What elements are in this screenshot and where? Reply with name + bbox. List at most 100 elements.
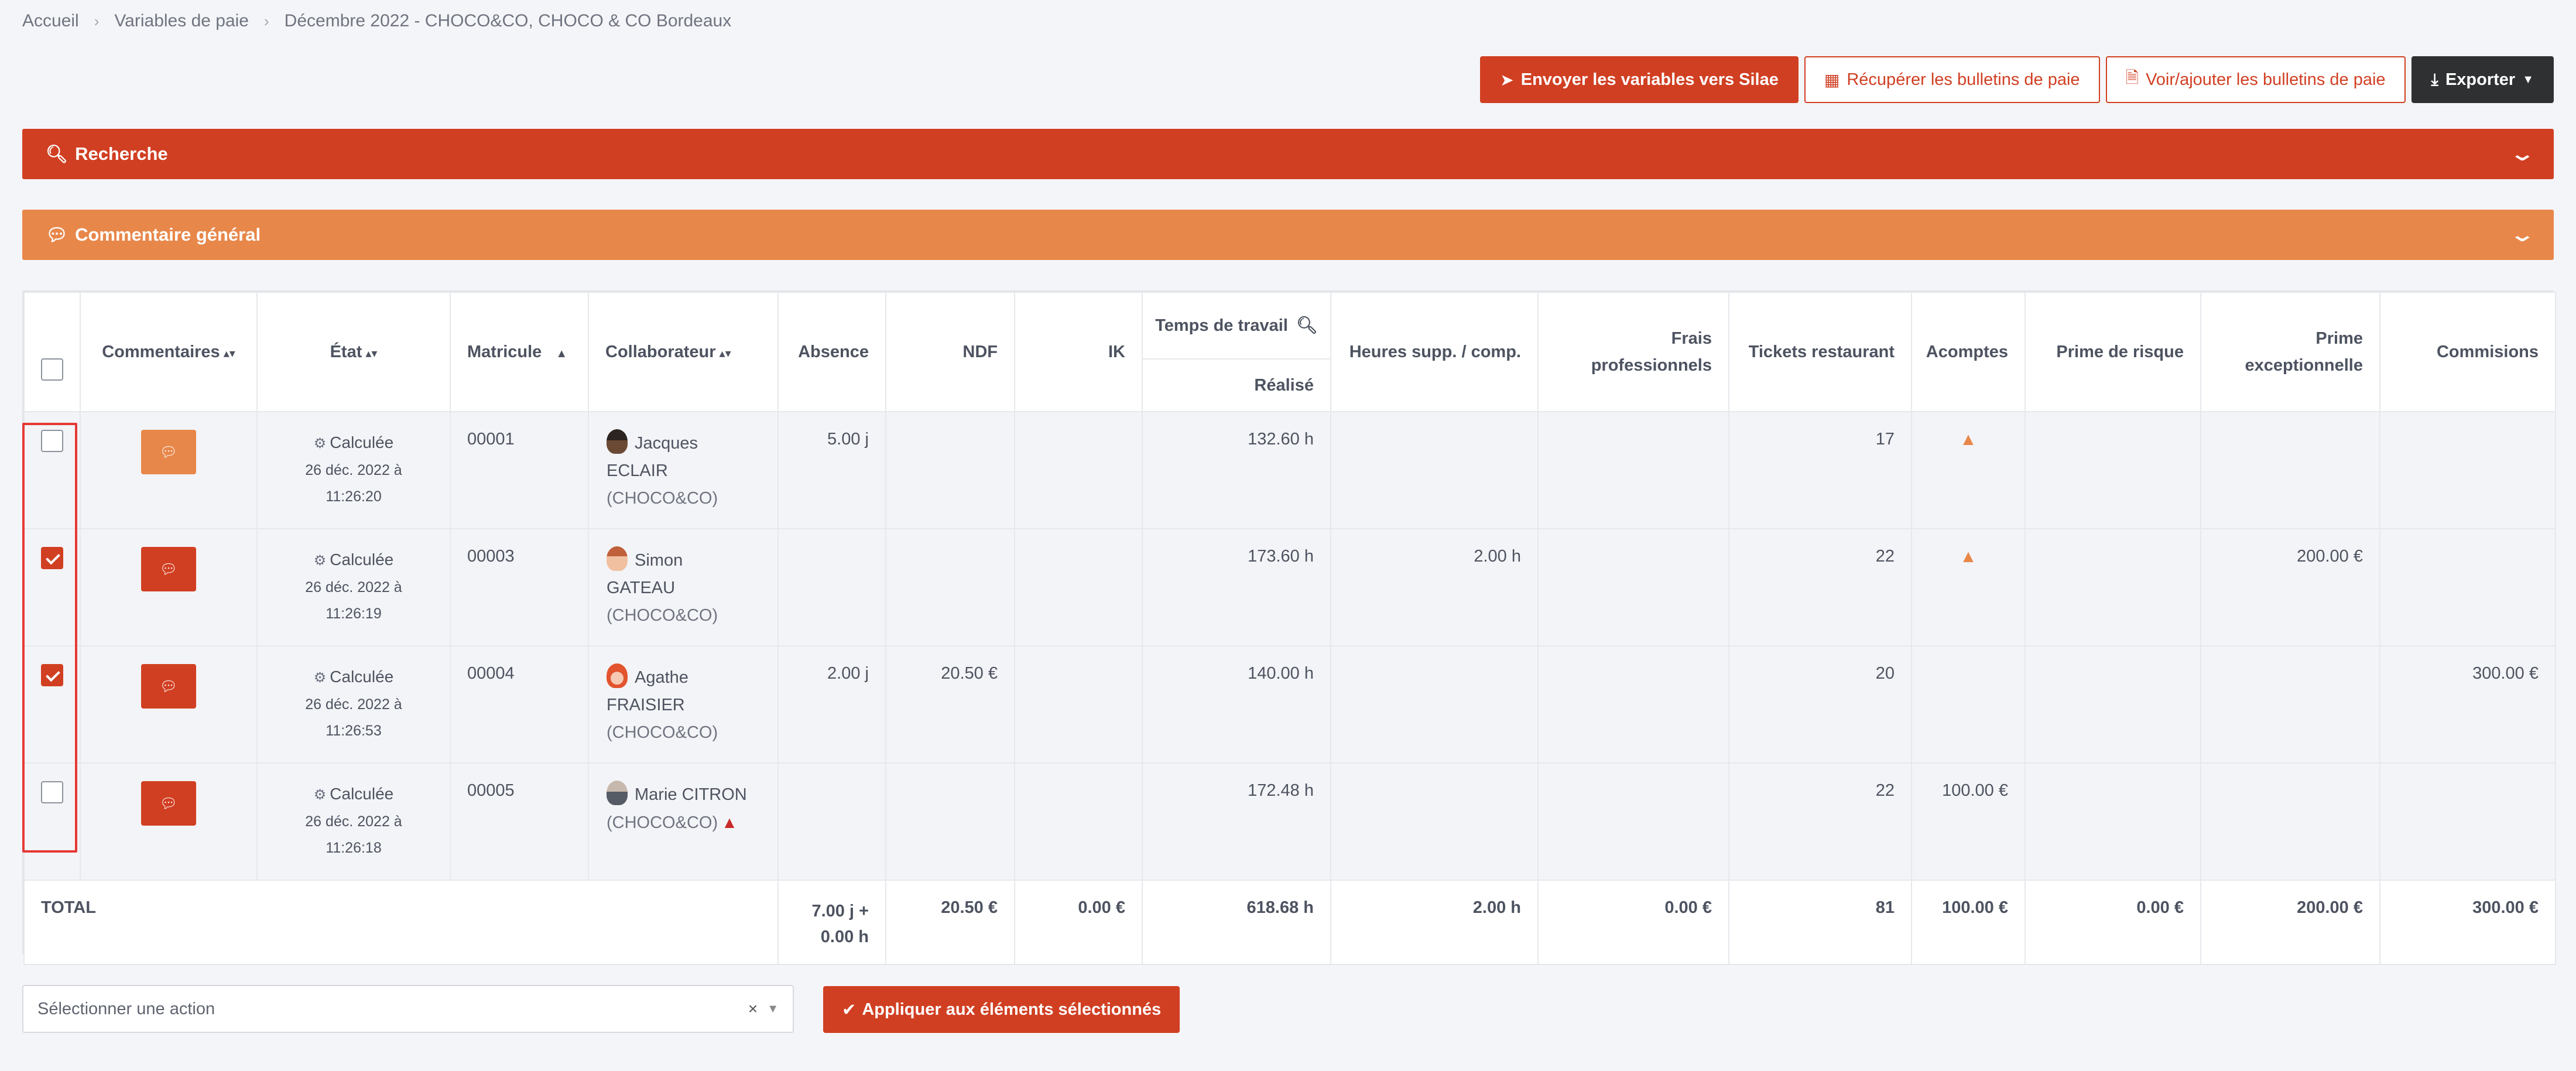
fees-cell <box>1537 762 1729 881</box>
gears-icon: ⚙ <box>313 670 327 686</box>
comment-icon: 💬︎ <box>159 444 178 460</box>
comment-button[interactable]: 💬︎ <box>141 547 196 591</box>
comment-button[interactable]: 💬︎ <box>141 781 196 826</box>
chevron-down-icon: ⌄ <box>2508 224 2536 246</box>
col-ik-label: IK <box>1108 342 1125 361</box>
col-comments[interactable]: Commentaires ▴▾ <box>80 292 258 412</box>
overtime-cell <box>1330 645 1539 764</box>
apply-to-selected-button[interactable]: ✔ Appliquer aux éléments sélectionnés <box>823 986 1180 1033</box>
action-select[interactable]: Sélectionner une action × ▼ <box>22 985 794 1033</box>
collaborator-cell[interactable]: Jacques ECLAIR (CHOCO&CO) <box>588 411 779 529</box>
col-commissions-label: Commisions <box>2436 342 2539 361</box>
breadcrumb-home[interactable]: Accueil <box>22 11 79 31</box>
search-panel-header[interactable]: 🔍︎ Recherche ⌄ <box>22 129 2554 179</box>
col-state[interactable]: État ▴▾ <box>256 292 451 412</box>
breadcrumb-payroll-variables[interactable]: Variables de paie <box>114 11 249 31</box>
col-realized: Réalisé <box>1142 358 1331 412</box>
clear-icon[interactable]: × <box>748 1000 758 1018</box>
comment-cell: 💬︎ <box>80 411 258 529</box>
col-fees-label-line1: Frais <box>1671 329 1712 348</box>
row-checkbox[interactable] <box>41 547 63 569</box>
realized-cell: 172.48 h <box>1142 762 1331 881</box>
col-tickets-label: Tickets restaurant <box>1748 342 1895 361</box>
collaborator-cell[interactable]: Simon GATEAU (CHOCO&CO) <box>588 528 779 646</box>
comment-cell: 💬︎ <box>80 528 258 646</box>
row-checkbox[interactable] <box>41 430 63 452</box>
breadcrumb-separator-icon: › <box>94 12 100 30</box>
warning-icon: ▲ <box>721 813 738 832</box>
download-icon: ⤓ <box>2431 70 2438 88</box>
state-date: 26 déc. 2022 à <box>305 579 402 596</box>
state-date: 26 déc. 2022 à <box>305 462 402 478</box>
state-label: Calculée <box>330 668 394 686</box>
col-absence: Absence <box>777 292 886 412</box>
row-checkbox[interactable] <box>41 664 63 686</box>
warning-icon: ▲ <box>1960 430 1977 449</box>
total-commissions: 300.00 € <box>2379 880 2556 965</box>
row-select-cell <box>23 762 81 881</box>
general-comment-panel-header[interactable]: 💬︎ Commentaire général ⌄ <box>22 210 2554 260</box>
risk-cell <box>2025 528 2201 646</box>
magnify-icon[interactable]: 🔍︎ <box>1296 316 1318 335</box>
gears-icon: ⚙ <box>313 553 327 569</box>
col-advances: Acomptes <box>1911 292 2026 412</box>
collaborator-cell[interactable]: Marie CITRON (CHOCO&CO) ▲ <box>588 762 779 881</box>
total-fees: 0.00 € <box>1537 880 1729 965</box>
col-collaborator[interactable]: Collaborateur ▴▾ <box>588 292 779 412</box>
send-to-silae-button[interactable]: ➤ Envoyer les variables vers Silae <box>1480 56 1799 103</box>
chevron-down-icon: ⌄ <box>2508 143 2536 165</box>
matricule-cell: 00005 <box>450 762 589 881</box>
table-row: 💬︎ ⚙ Calculée 26 déc. 2022 à 11:26:19 000… <box>23 528 2556 646</box>
export-label: Exporter <box>2445 70 2516 89</box>
table-row: 💬︎ ⚙ Calculée 26 déc. 2022 à 11:26:18 000… <box>23 762 2556 881</box>
state-label: Calculée <box>330 550 394 569</box>
col-work-time[interactable]: Temps de travail 🔍︎ <box>1142 292 1331 360</box>
advances-cell: ▲ <box>1911 411 2026 529</box>
action-select-placeholder: Sélectionner une action <box>37 999 215 1018</box>
file-icon: 🗎 <box>2125 69 2139 87</box>
comment-button[interactable]: 💬︎ <box>141 430 196 474</box>
col-meal-tickets: Tickets restaurant <box>1728 292 1912 412</box>
warning-icon: ▲ <box>1960 547 1977 566</box>
col-collaborator-label: Collaborateur <box>605 342 716 361</box>
table-row: 💬︎ ⚙ Calculée 26 déc. 2022 à 11:26:20 000… <box>23 411 2556 529</box>
row-checkbox[interactable] <box>41 781 63 803</box>
col-absence-label: Absence <box>798 342 869 361</box>
absence-cell: 5.00 j <box>777 411 886 529</box>
fetch-payslips-label: Récupérer les bulletins de paie <box>1847 70 2080 89</box>
paper-plane-icon: ➤ <box>1500 70 1514 89</box>
col-ik: IK <box>1014 292 1143 412</box>
breadcrumb: Accueil › Variables de paie › Décembre 2… <box>22 8 731 34</box>
ndf-cell <box>885 762 1015 881</box>
collaborator-first-name: Simon <box>635 551 683 570</box>
risk-cell <box>2025 762 2201 881</box>
chevron-down-icon: ▼ <box>2522 73 2534 86</box>
select-all-checkbox[interactable] <box>41 358 63 381</box>
advances-cell: ▲ <box>1911 528 2026 646</box>
matricule-cell: 00001 <box>450 411 589 529</box>
total-label: TOTAL <box>23 880 779 965</box>
absence-cell <box>777 528 886 646</box>
payroll-variables-table: Commentaires ▴▾ État ▴▾ Matricule ▲ Collabo… <box>22 290 2556 965</box>
general-comment-panel-title: Commentaire général <box>75 224 261 245</box>
state-cell: ⚙ Calculée 26 déc. 2022 à 11:26:53 <box>256 645 451 764</box>
select-all-cell <box>23 292 81 412</box>
avatar <box>607 429 628 454</box>
export-button[interactable]: ⤓ Exporter ▼ <box>2411 56 2554 103</box>
breadcrumb-separator-icon: › <box>264 12 269 30</box>
col-advances-label: Acomptes <box>1926 342 2008 361</box>
comment-button[interactable]: 💬︎ <box>141 664 196 709</box>
sort-icon: ▴▾ <box>223 347 235 360</box>
state-time: 11:26:20 <box>326 488 382 505</box>
fees-cell <box>1537 645 1729 764</box>
collaborator-cell[interactable]: Agathe FRAISIER (CHOCO&CO) <box>588 645 779 764</box>
view-add-payslips-button[interactable]: 🗎 Voir/ajouter les bulletins de paie <box>2105 56 2406 103</box>
col-matricule[interactable]: Matricule ▲ <box>450 292 589 412</box>
row-select-cell <box>23 645 81 764</box>
col-overtime-label: Heures supp. / comp. <box>1349 342 1521 361</box>
collaborator-last-name: FRAISIER <box>607 696 685 714</box>
state-cell: ⚙ Calculée 26 déc. 2022 à 11:26:20 <box>256 411 451 529</box>
col-fees-label-line2: professionnels <box>1591 356 1712 375</box>
fetch-payslips-button[interactable]: ▦ Récupérer les bulletins de paie <box>1804 56 2100 103</box>
collaborator-company: (CHOCO&CO) <box>607 489 718 508</box>
